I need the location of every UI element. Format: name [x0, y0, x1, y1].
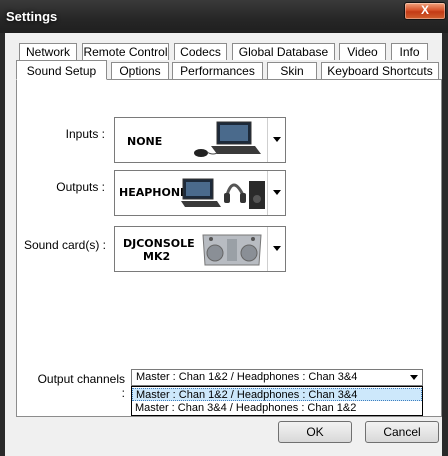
tab-sound-setup[interactable]: Sound Setup [16, 60, 107, 80]
soundcard-value-line2: MK2 [143, 250, 171, 263]
inputs-select[interactable]: NONE [114, 117, 286, 163]
chevron-down-icon[interactable] [406, 370, 422, 385]
window-title: Settings [6, 9, 58, 24]
outputs-select[interactable]: HEAPHONES [114, 170, 286, 216]
tab-performances[interactable]: Performances [172, 62, 263, 79]
laptop-mic-icon [194, 121, 261, 157]
inputs-value: NONE [127, 135, 163, 148]
tab-keyboard-shortcuts[interactable]: Keyboard Shortcuts [321, 62, 439, 79]
soundcard-dropdown-arrow[interactable] [267, 227, 285, 271]
outputs-label: Outputs : [56, 180, 105, 194]
output-channels-select[interactable]: Master : Chan 1&2 / Headphones : Chan 3&… [131, 369, 423, 386]
output-channels-dropdown-list: Master : Chan 1&2 / Headphones : Chan 3&… [131, 386, 423, 416]
tab-skin[interactable]: Skin [267, 62, 317, 79]
output-channels-option[interactable]: Master : Chan 3&4 / Headphones : Chan 1&… [132, 402, 422, 415]
close-button[interactable]: X [404, 2, 446, 20]
soundcard-label: Sound card(s) : [23, 238, 106, 252]
dj-console-icon [202, 234, 262, 266]
tab-remote-control[interactable]: Remote Control [82, 43, 169, 60]
tab-video[interactable]: Video [339, 43, 386, 60]
tab-options[interactable]: Options [111, 62, 169, 79]
tab-global-database[interactable]: Global Database [232, 43, 335, 60]
inputs-dropdown-arrow[interactable] [267, 118, 285, 162]
cancel-button[interactable]: Cancel [365, 421, 439, 443]
output-channels-option[interactable]: Master : Chan 1&2 / Headphones : Chan 3&… [132, 388, 422, 401]
tab-codecs[interactable]: Codecs [174, 43, 227, 60]
output-channels-label: Output channels : [37, 372, 125, 400]
soundcard-value-line1: DJCONSOLE [123, 237, 195, 250]
laptop-headphones-speaker-icon [181, 178, 265, 209]
output-channels-selected: Master : Chan 1&2 / Headphones : Chan 3&… [136, 371, 358, 383]
soundcard-select[interactable]: DJCONSOLE MK2 [114, 226, 286, 272]
inputs-label: Inputs : [65, 127, 105, 141]
window-frame-right [442, 33, 448, 456]
tab-info[interactable]: Info [391, 43, 428, 60]
tab-network[interactable]: Network [19, 43, 77, 60]
title-bar: Settings X [0, 0, 448, 33]
outputs-dropdown-arrow[interactable] [267, 171, 285, 215]
settings-dialog-body: Network Remote Control Codecs Global Dat… [5, 33, 442, 456]
ok-button[interactable]: OK [278, 421, 352, 443]
